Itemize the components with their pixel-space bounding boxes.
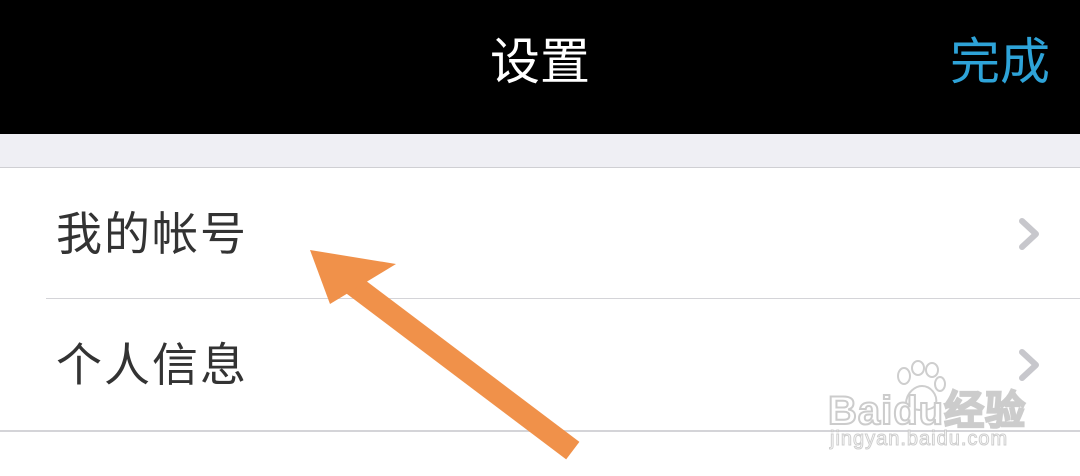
navigation-bar: 设置 完成 [0,0,1080,134]
settings-item-label: 我的帐号 [56,207,248,261]
watermark-url: jingyan.baidu.com [829,428,1009,451]
page-title: 设置 [490,33,590,91]
section-spacer [0,134,1080,168]
done-button[interactable]: 完成 [950,30,1050,94]
chevron-right-icon [1019,218,1039,250]
settings-item-label: 个人信息 [56,338,248,392]
baidu-jingyan-watermark: Baidu经验 jingyan.baidu.com [827,360,1058,460]
settings-item-my-account[interactable]: 我的帐号 [0,168,1080,299]
